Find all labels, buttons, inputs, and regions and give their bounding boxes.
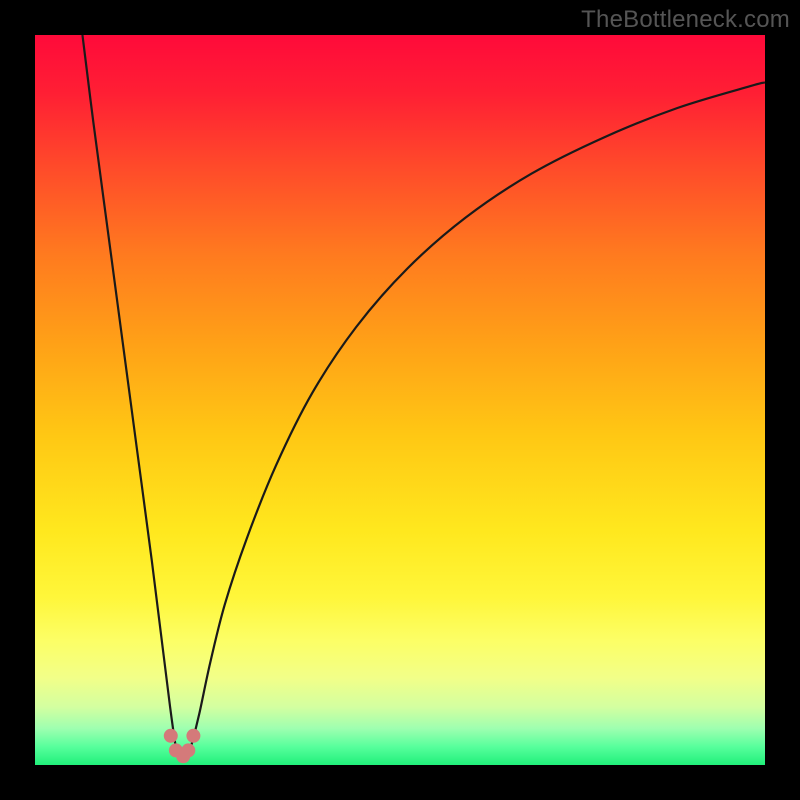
- minimum-markers: [164, 729, 201, 763]
- chart-frame: TheBottleneck.com: [0, 0, 800, 800]
- watermark-text: TheBottleneck.com: [581, 6, 790, 34]
- curve-right-branch: [188, 82, 765, 754]
- minimum-marker: [186, 729, 200, 743]
- curve-layer: [35, 35, 765, 765]
- minimum-marker: [164, 729, 178, 743]
- plot-area: [35, 35, 765, 765]
- minimum-marker: [181, 743, 195, 757]
- curve-left-branch: [82, 35, 177, 754]
